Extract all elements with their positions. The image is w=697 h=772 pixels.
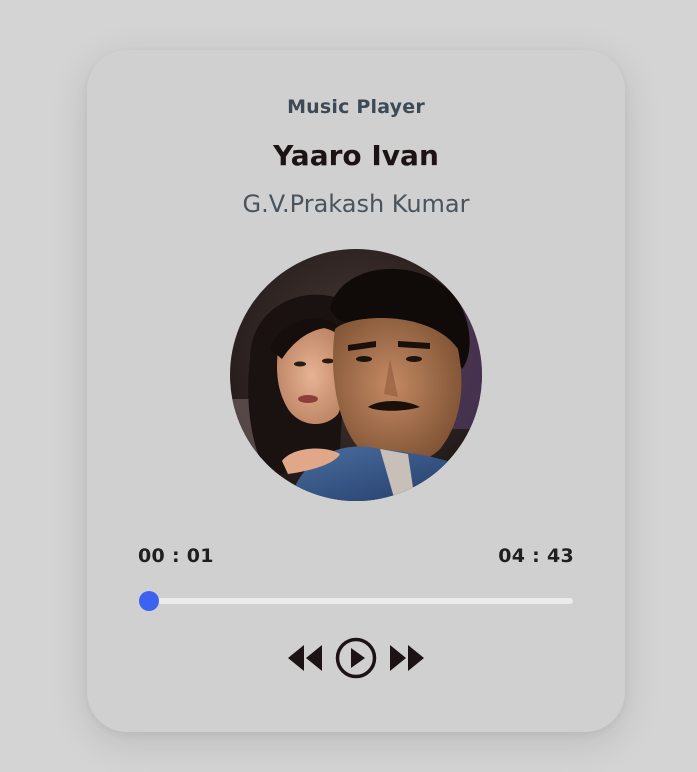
previous-button[interactable] xyxy=(286,643,324,673)
album-cover xyxy=(230,249,482,501)
play-button[interactable] xyxy=(334,636,378,680)
fast-forward-icon xyxy=(390,645,424,671)
music-player-card: Music Player Yaaro Ivan G.V.Prakash Kuma… xyxy=(87,50,625,732)
song-title: Yaaro Ivan xyxy=(273,139,439,172)
playback-controls xyxy=(87,634,625,682)
app-title: Music Player xyxy=(287,96,425,118)
current-time: 00 : 01 xyxy=(138,545,214,567)
artist-name: G.V.Prakash Kumar xyxy=(242,190,470,218)
rewind-icon xyxy=(288,645,322,671)
next-button[interactable] xyxy=(388,643,426,673)
progress-thumb[interactable] xyxy=(139,591,160,611)
progress-bar[interactable] xyxy=(138,597,574,605)
total-time: 04 : 43 xyxy=(498,545,574,567)
play-circle-icon xyxy=(335,637,377,679)
